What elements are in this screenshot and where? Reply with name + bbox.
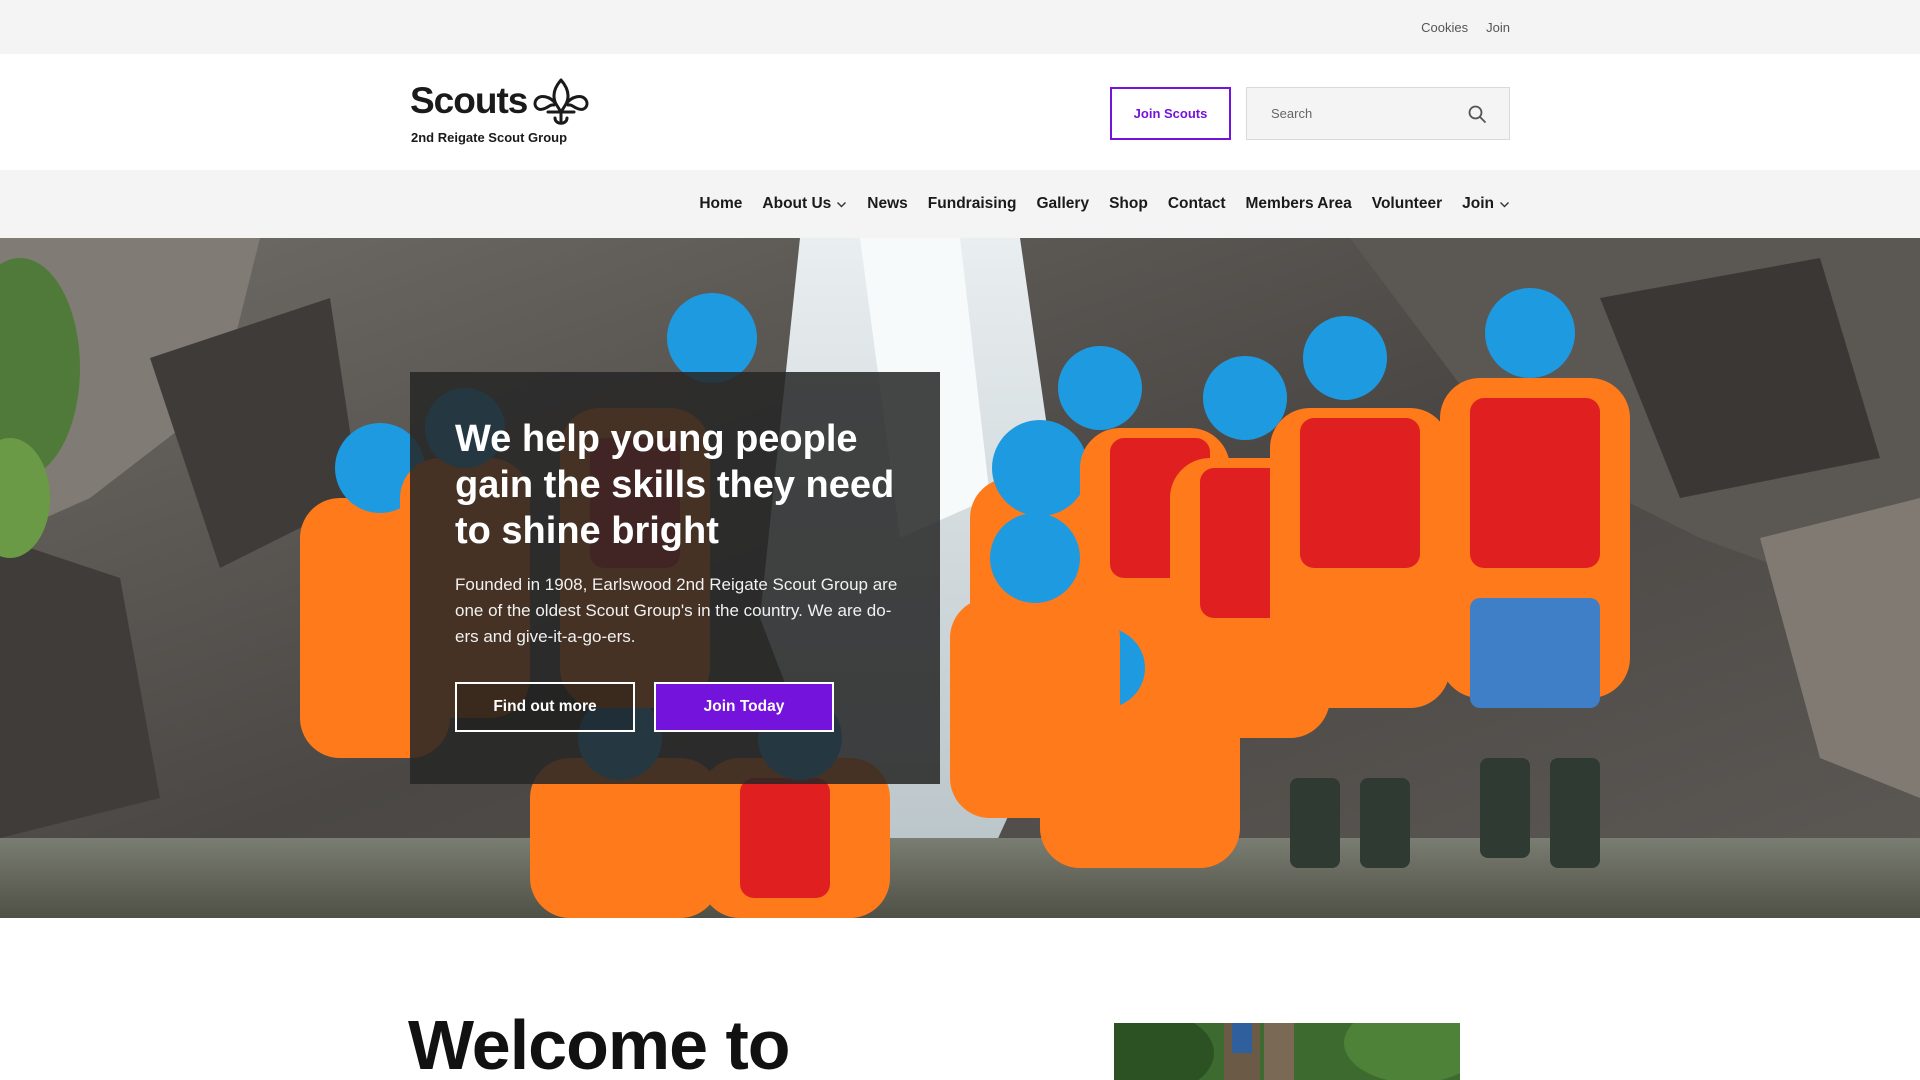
utility-bar: Cookies Join [0, 0, 1920, 54]
nav-label: Home [699, 195, 743, 212]
scouts-logo[interactable]: Scouts 2nd Reigate Scout Group [410, 78, 610, 148]
hero-text: Founded in 1908, Earlswood 2nd Reigate S… [455, 575, 898, 646]
chevron-down-icon [837, 201, 847, 207]
welcome-image [1114, 1023, 1460, 1080]
cookies-link[interactable]: Cookies [1421, 20, 1468, 35]
nav-item-gallery[interactable]: Gallery [1037, 195, 1090, 213]
chevron-down-icon [1500, 201, 1509, 207]
nav-item-fundraising[interactable]: Fundraising [928, 195, 1017, 213]
main-nav: Home About Us News Fundraising Gallery S… [0, 170, 1920, 238]
nav-label: Shop [1109, 195, 1148, 212]
nav-label: Join [1462, 195, 1494, 212]
nav-item-news[interactable]: News [867, 195, 908, 213]
nav-item-volunteer[interactable]: Volunteer [1372, 195, 1442, 213]
nav-label: Members Area [1245, 195, 1352, 212]
nav-item-about-us[interactable]: About Us [762, 195, 847, 213]
nav-label: News [867, 195, 908, 212]
logo-wordmark: Scouts [410, 80, 528, 121]
nav-item-contact[interactable]: Contact [1168, 195, 1226, 213]
nav-label: Contact [1167, 195, 1226, 212]
nav-item-home[interactable]: Home [699, 195, 742, 213]
search-icon[interactable] [1467, 104, 1487, 124]
welcome-heading: Welcome to [408, 1006, 791, 1080]
nav-item-shop[interactable]: Shop [1109, 195, 1148, 213]
nav-label: Gallery [1036, 195, 1090, 212]
search-input[interactable] [1247, 88, 1457, 139]
utility-links: Cookies Join [1421, 0, 1510, 54]
nav-label: About Us [762, 195, 832, 212]
hero-banner: We help young people gain the skills the… [0, 238, 1920, 918]
site-header: Scouts 2nd Reigate Scout Group Join Scou… [0, 54, 1920, 170]
fleur-de-lis-icon [533, 78, 589, 125]
nav-item-members-area[interactable]: Members Area [1246, 195, 1352, 213]
hero-photo [0, 238, 1920, 918]
search-box [1246, 87, 1510, 140]
find-out-more-button[interactable]: Find out more [455, 682, 635, 732]
nav-items: Home About Us News Fundraising Gallery S… [699, 170, 1510, 238]
nav-label: Volunteer [1371, 195, 1443, 212]
nav-item-join[interactable]: Join [1462, 195, 1510, 213]
utility-join-link[interactable]: Join [1486, 20, 1510, 35]
nav-label: Fundraising [927, 195, 1017, 212]
hero-card: We help young people gain the skills the… [410, 372, 940, 784]
join-scouts-button[interactable]: Join Scouts [1110, 87, 1231, 140]
group-name: 2nd Reigate Scout Group [411, 130, 568, 145]
hero-title: We help young people gain the skills the… [455, 418, 895, 552]
join-today-button[interactable]: Join Today [654, 682, 834, 732]
